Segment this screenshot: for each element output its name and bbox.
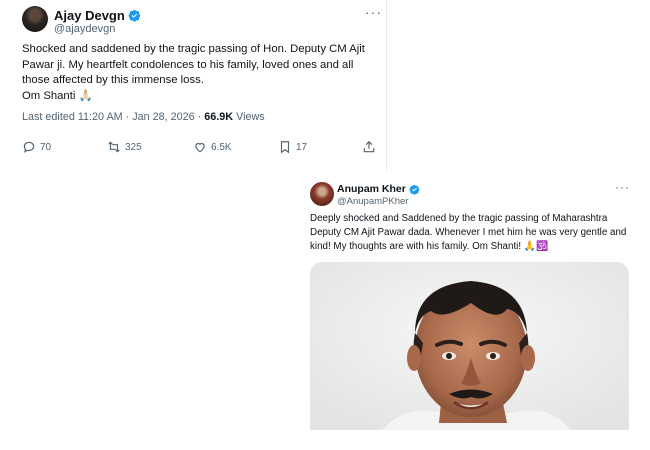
avatar[interactable] xyxy=(310,182,334,206)
bookmark-count: 17 xyxy=(296,141,308,153)
share-icon xyxy=(363,140,375,153)
avatar[interactable] xyxy=(22,6,48,32)
portrait-image xyxy=(311,263,628,431)
tweet-photo[interactable] xyxy=(310,262,629,431)
author-handle[interactable]: @ajaydevgn xyxy=(54,23,115,35)
verified-badge-icon xyxy=(409,184,420,195)
tweet-text-line: Shocked and saddened by the tragic passi… xyxy=(22,43,365,87)
tweet-ajay-devgn: Ajay Devgn @ajaydevgn ··· Shocked and sa… xyxy=(0,0,387,170)
repost-icon xyxy=(108,141,120,153)
author-name-text[interactable]: Ajay Devgn xyxy=(54,8,125,23)
repost-count: 325 xyxy=(125,141,142,153)
author-handle[interactable]: @AnupamPKher xyxy=(337,196,408,207)
like-button[interactable]: 6.5K xyxy=(193,140,232,154)
tweet-meta: Last edited 11:20 AM · Jan 28, 2026 · 66… xyxy=(22,111,265,123)
verified-badge-icon xyxy=(128,9,140,22)
page-bottom-margin xyxy=(0,430,650,450)
heart-icon xyxy=(195,142,205,153)
author-name[interactable]: Ajay Devgn xyxy=(54,8,141,23)
screenshot-canvas: Ajay Devgn @ajaydevgn ··· Shocked and sa… xyxy=(0,0,650,450)
author-name-text[interactable]: Anupam Kher xyxy=(337,183,406,195)
tweet-text: Deeply shocked and Saddened by the tragi… xyxy=(310,213,627,253)
ellipsis-icon[interactable]: ··· xyxy=(615,180,630,194)
tweet-text: Shocked and saddened by the tragic passi… xyxy=(22,42,367,104)
share-button[interactable] xyxy=(362,140,380,154)
bookmark-button[interactable]: 17 xyxy=(278,140,307,154)
reply-icon xyxy=(23,141,35,153)
author-name[interactable]: Anupam Kher xyxy=(337,183,420,195)
repost-button[interactable]: 325 xyxy=(107,140,142,154)
ellipsis-icon[interactable]: ··· xyxy=(365,4,382,20)
reply-count: 70 xyxy=(40,141,52,153)
like-count: 6.5K xyxy=(211,141,232,153)
views-label: Views xyxy=(233,111,265,123)
action-bar: 70 325 6.5K 17 xyxy=(22,140,377,160)
tweet-anupam-kher: Anupam Kher @AnupamPKher ··· Deeply shoc… xyxy=(299,172,650,431)
bookmark-icon xyxy=(280,141,290,154)
tweet-text-line: Om Shanti 🙏🏻 xyxy=(22,89,93,102)
reply-button[interactable]: 70 xyxy=(22,140,51,154)
edited-timestamp[interactable]: Last edited 11:20 AM · Jan 28, 2026 · xyxy=(22,111,204,123)
views-count: 66.9K xyxy=(204,111,234,123)
